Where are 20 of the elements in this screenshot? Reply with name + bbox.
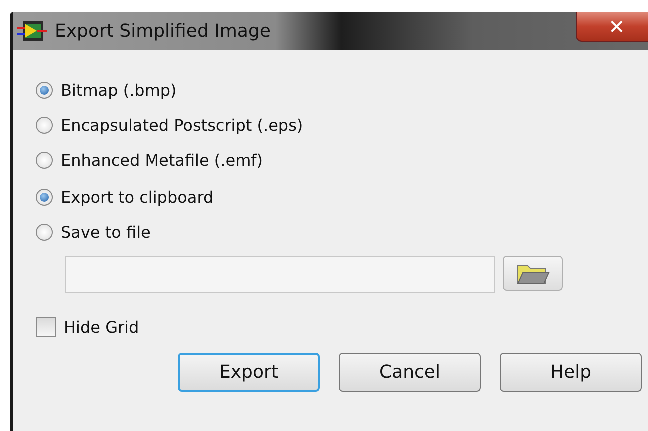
radio-button[interactable] <box>36 116 53 134</box>
radio-button[interactable] <box>36 152 53 168</box>
file-path-field[interactable] <box>65 256 495 293</box>
checkbox-label: Hide Grid <box>64 318 140 336</box>
browse-button[interactable] <box>503 256 563 291</box>
app-icon <box>17 19 47 43</box>
option-label: Export to clipboard <box>61 188 214 206</box>
option-label: Save to file <box>61 222 151 242</box>
checkbox[interactable] <box>36 317 56 337</box>
dialog-button[interactable]: Export <box>178 353 320 392</box>
radio-button[interactable] <box>36 82 53 98</box>
radio-button[interactable] <box>36 224 53 240</box>
option-label: Enhanced Metafile (.emf) <box>61 150 264 170</box>
radio-button[interactable] <box>36 188 53 206</box>
dialog-button[interactable]: Cancel <box>339 353 481 392</box>
option-label: Encapsulated Postscript (.eps) <box>61 116 304 134</box>
window-title: Export Simplified Image <box>55 20 271 42</box>
dialog-button[interactable]: Help <box>500 353 642 392</box>
option-label: Bitmap (.bmp) <box>61 80 177 100</box>
close-button[interactable]: ✕ <box>576 12 648 42</box>
